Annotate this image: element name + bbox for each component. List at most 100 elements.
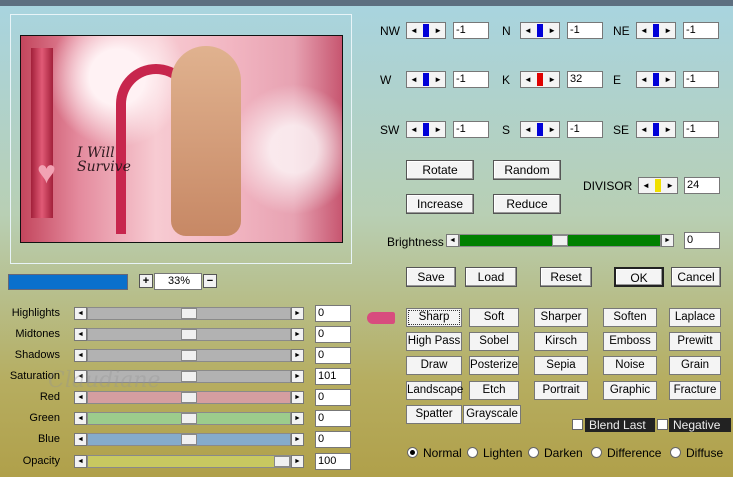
green-left-arrow[interactable]: ◄ — [74, 412, 87, 425]
red-field[interactable]: 0 — [315, 389, 351, 406]
blue-field[interactable]: 0 — [315, 431, 351, 448]
highlights-thumb[interactable] — [181, 308, 197, 319]
negative-checkbox[interactable] — [657, 419, 668, 430]
blue-right-arrow[interactable]: ► — [291, 433, 304, 446]
shadows-field[interactable]: 0 — [315, 347, 351, 364]
random-button[interactable]: Random — [493, 160, 561, 180]
matrix-w-spinner[interactable]: ◄ ► — [406, 71, 446, 88]
brightness-track[interactable] — [459, 234, 661, 247]
brightness-thumb[interactable] — [552, 235, 568, 246]
opacity-right-arrow[interactable]: ► — [291, 455, 304, 468]
midtones-left-arrow[interactable]: ◄ — [74, 328, 87, 341]
matrix-ne-field[interactable]: -1 — [683, 22, 719, 39]
midtones-right-arrow[interactable]: ► — [291, 328, 304, 341]
preset-sepia-button[interactable]: Sepia — [534, 356, 588, 375]
matrix-se-field[interactable]: -1 — [683, 121, 719, 138]
matrix-nw-field[interactable]: -1 — [453, 22, 489, 39]
preset-graphic-button[interactable]: Graphic — [603, 381, 657, 400]
matrix-k-field[interactable]: 32 — [567, 71, 603, 88]
midtones-field[interactable]: 0 — [315, 326, 351, 343]
preset-high-pass-button[interactable]: High Pass — [406, 332, 462, 351]
blue-thumb[interactable] — [181, 434, 197, 445]
preset-etch-button[interactable]: Etch — [469, 381, 519, 400]
matrix-sw-field[interactable]: -1 — [453, 121, 489, 138]
saturation-field[interactable]: 101 — [315, 368, 351, 385]
green-field[interactable]: 0 — [315, 410, 351, 427]
zoom-out-button[interactable]: − — [203, 274, 217, 288]
preset-prewitt-button[interactable]: Prewitt — [669, 332, 721, 351]
cancel-button[interactable]: Cancel — [671, 267, 721, 287]
saturation-right-arrow[interactable]: ► — [291, 370, 304, 383]
preset-noise-button[interactable]: Noise — [603, 356, 657, 375]
highlights-track[interactable] — [87, 307, 291, 320]
midtones-track[interactable] — [87, 328, 291, 341]
mode-normal-radio[interactable] — [407, 447, 418, 458]
brightness-field[interactable]: 0 — [684, 232, 720, 249]
shadows-right-arrow[interactable]: ► — [291, 349, 304, 362]
reduce-button[interactable]: Reduce — [493, 194, 561, 214]
matrix-n-field[interactable]: -1 — [567, 22, 603, 39]
red-right-arrow[interactable]: ► — [291, 391, 304, 404]
matrix-se-spinner[interactable]: ◄ ► — [636, 121, 676, 138]
highlights-left-arrow[interactable]: ◄ — [74, 307, 87, 320]
blue-left-arrow[interactable]: ◄ — [74, 433, 87, 446]
highlights-field[interactable]: 0 — [315, 305, 351, 322]
opacity-thumb[interactable] — [274, 456, 290, 467]
preset-emboss-button[interactable]: Emboss — [603, 332, 657, 351]
preset-kirsch-button[interactable]: Kirsch — [534, 332, 588, 351]
green-right-arrow[interactable]: ► — [291, 412, 304, 425]
midtones-thumb[interactable] — [181, 329, 197, 340]
green-track[interactable] — [87, 412, 291, 425]
preset-sharp-button[interactable]: Sharp — [406, 308, 462, 327]
matrix-w-field[interactable]: -1 — [453, 71, 489, 88]
preset-fracture-button[interactable]: Fracture — [669, 381, 721, 400]
shadows-thumb[interactable] — [181, 350, 197, 361]
preset-spatter-button[interactable]: Spatter — [406, 405, 462, 424]
mode-difference-radio[interactable] — [591, 447, 602, 458]
brightness-left-arrow[interactable]: ◄ — [446, 234, 459, 247]
load-button[interactable]: Load — [465, 267, 517, 287]
saturation-thumb[interactable] — [181, 371, 197, 382]
matrix-ne-spinner[interactable]: ◄ ► — [636, 22, 676, 39]
preset-draw-button[interactable]: Draw — [406, 356, 462, 375]
preset-landscape-button[interactable]: Landscape — [406, 381, 463, 400]
opacity-track[interactable] — [87, 455, 291, 468]
blend-last-checkbox[interactable] — [572, 419, 583, 430]
highlights-right-arrow[interactable]: ► — [291, 307, 304, 320]
matrix-e-spinner[interactable]: ◄ ► — [636, 71, 676, 88]
preset-laplace-button[interactable]: Laplace — [669, 308, 721, 327]
shadows-left-arrow[interactable]: ◄ — [74, 349, 87, 362]
save-button[interactable]: Save — [406, 267, 456, 287]
preset-grain-button[interactable]: Grain — [669, 356, 721, 375]
preset-soften-button[interactable]: Soften — [603, 308, 657, 327]
preset-soft-button[interactable]: Soft — [469, 308, 519, 327]
preset-portrait-button[interactable]: Portrait — [534, 381, 588, 400]
matrix-s-field[interactable]: -1 — [567, 121, 603, 138]
matrix-e-field[interactable]: -1 — [683, 71, 719, 88]
opacity-field[interactable]: 100 — [315, 453, 351, 470]
rotate-button[interactable]: Rotate — [406, 160, 474, 180]
green-thumb[interactable] — [181, 413, 197, 424]
preset-sobel-button[interactable]: Sobel — [469, 332, 519, 351]
mode-darken-radio[interactable] — [528, 447, 539, 458]
matrix-nw-spinner[interactable]: ◄ ► — [406, 22, 446, 39]
zoom-in-button[interactable]: + — [139, 274, 153, 288]
reset-button[interactable]: Reset — [540, 267, 592, 287]
blue-track[interactable] — [87, 433, 291, 446]
shadows-track[interactable] — [87, 349, 291, 362]
opacity-left-arrow[interactable]: ◄ — [74, 455, 87, 468]
preset-sharper-button[interactable]: Sharper — [534, 308, 588, 327]
divisor-field[interactable]: 24 — [684, 177, 720, 194]
mode-lighten-radio[interactable] — [467, 447, 478, 458]
increase-button[interactable]: Increase — [406, 194, 474, 214]
divisor-spinner[interactable]: ◄ ► — [638, 177, 678, 194]
red-thumb[interactable] — [181, 392, 197, 403]
matrix-n-spinner[interactable]: ◄ ► — [520, 22, 560, 39]
brightness-right-arrow[interactable]: ► — [661, 234, 674, 247]
matrix-sw-spinner[interactable]: ◄ ► — [406, 121, 446, 138]
ok-button[interactable]: OK — [614, 267, 664, 287]
preset-grayscale-button[interactable]: Grayscale — [463, 405, 521, 424]
mode-diffuse-radio[interactable] — [670, 447, 681, 458]
preset-posterize-button[interactable]: Posterize — [469, 356, 519, 375]
matrix-s-spinner[interactable]: ◄ ► — [520, 121, 560, 138]
